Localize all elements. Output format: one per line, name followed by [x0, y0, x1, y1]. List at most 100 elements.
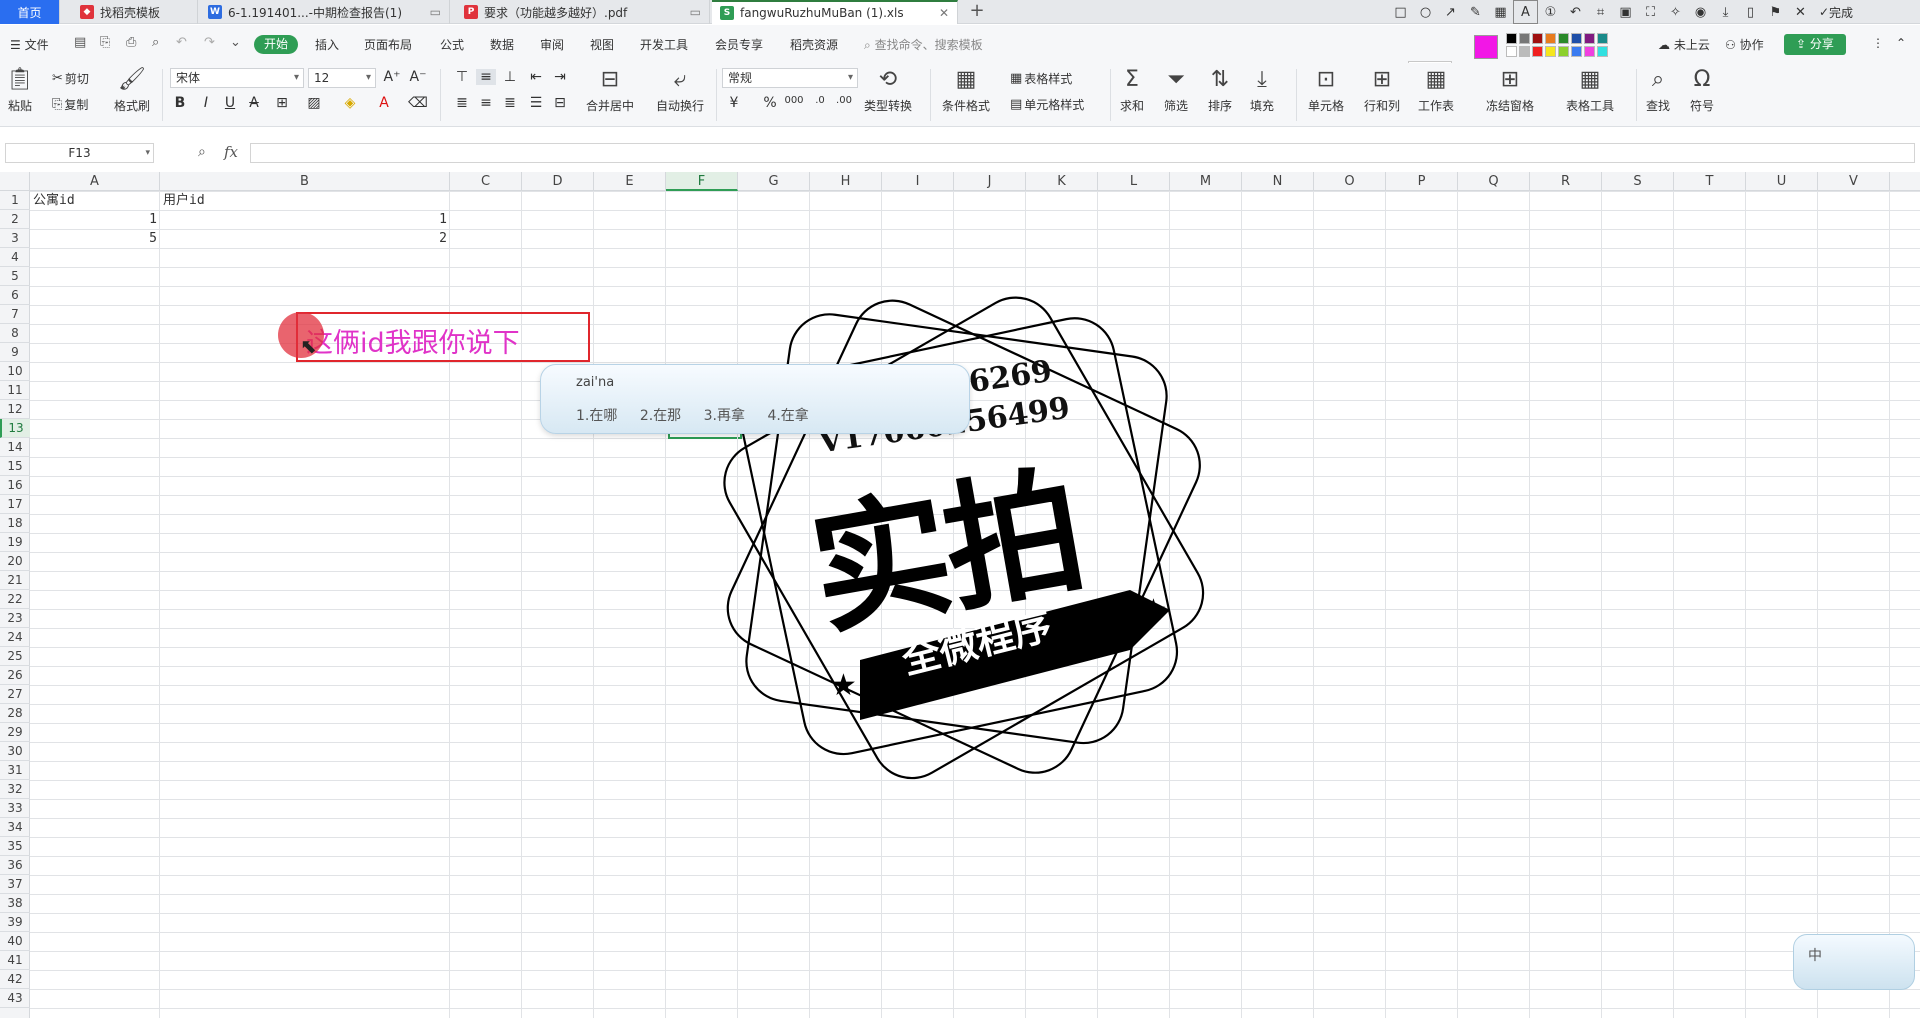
- undo-icon[interactable]: ↶: [1563, 0, 1588, 24]
- row-col-button[interactable]: ⊞ 行和列: [1364, 67, 1400, 114]
- filter-button[interactable]: ⏷ 筛选: [1164, 67, 1188, 114]
- column-header-H[interactable]: H: [810, 172, 882, 191]
- align-bottom-icon[interactable]: ⊥: [500, 69, 520, 85]
- format-painter-button[interactable]: 🖌︎ 格式刷: [114, 67, 150, 114]
- row-header-12[interactable]: 12: [0, 400, 30, 419]
- table-style-button[interactable]: ▦ 表格样式: [1010, 70, 1072, 87]
- align-left-icon[interactable]: ≣: [452, 95, 472, 111]
- color-swatch[interactable]: [1506, 33, 1517, 44]
- percent-icon[interactable]: %: [760, 95, 780, 111]
- color-swatch[interactable]: [1584, 33, 1595, 44]
- color-swatch[interactable]: [1558, 46, 1569, 57]
- color-swatch[interactable]: [1558, 33, 1569, 44]
- row-header-33[interactable]: 33: [0, 799, 30, 818]
- name-box[interactable]: F13: [5, 143, 154, 163]
- currency-icon[interactable]: ¥: [724, 95, 744, 111]
- column-header-M[interactable]: M: [1170, 172, 1242, 191]
- tab-xls-active[interactable]: S fangwuRuzhuMuBan (1).xls ✕: [712, 0, 958, 24]
- font-size-select[interactable]: 12: [308, 68, 376, 88]
- preview-icon[interactable]: ⌕: [152, 35, 159, 50]
- font-name-select[interactable]: 宋体: [170, 68, 304, 88]
- cell-B3[interactable]: 2: [160, 229, 450, 248]
- color-swatch[interactable]: [1545, 33, 1556, 44]
- row-header-38[interactable]: 38: [0, 894, 30, 913]
- done-button[interactable]: ✓ 完成: [1813, 0, 1859, 24]
- collab-button[interactable]: ⚇ 协作: [1725, 36, 1764, 53]
- print-icon[interactable]: ⎙: [126, 35, 136, 50]
- find-button[interactable]: ⌕ 查找: [1646, 67, 1670, 114]
- cell-button[interactable]: ⊡ 单元格: [1308, 67, 1344, 114]
- row-header-16[interactable]: 16: [0, 476, 30, 495]
- row-header-20[interactable]: 20: [0, 552, 30, 571]
- text-tool-icon[interactable]: A: [1513, 0, 1538, 24]
- copy-button[interactable]: ⎘ 复制: [52, 96, 88, 113]
- ime-candidate[interactable]: 2.在那: [640, 408, 681, 424]
- zoom-formula-icon[interactable]: ⌕: [198, 144, 206, 160]
- tab-home[interactable]: 首页: [0, 0, 60, 24]
- menu-insert[interactable]: 插入: [315, 36, 339, 53]
- row-header-2[interactable]: 2: [0, 210, 30, 229]
- menu-review[interactable]: 审阅: [540, 36, 564, 53]
- row-header-41[interactable]: 41: [0, 951, 30, 970]
- align-top-icon[interactable]: ⊤: [452, 69, 472, 85]
- bold-icon[interactable]: B: [170, 95, 190, 111]
- fill-style-icon[interactable]: ▨: [304, 95, 324, 111]
- menu-daoke[interactable]: 稻壳资源: [790, 36, 838, 53]
- menu-data[interactable]: 数据: [490, 36, 514, 53]
- tab-pdf-requirements[interactable]: P 要求（功能越多越好）.pdf ▭: [456, 0, 710, 24]
- menu-page-layout[interactable]: 页面布局: [364, 36, 412, 53]
- row-header-36[interactable]: 36: [0, 856, 30, 875]
- tab-close-icon[interactable]: ✕: [939, 6, 949, 20]
- freeze-panes-button[interactable]: ⊞ 冻结窗格: [1486, 67, 1534, 114]
- color-swatch[interactable]: [1519, 33, 1530, 44]
- column-header-G[interactable]: G: [738, 172, 810, 191]
- magic-icon[interactable]: ✧: [1663, 0, 1688, 24]
- row-header-43[interactable]: 43: [0, 989, 30, 1008]
- quick-access-more-icon[interactable]: ⌄: [230, 35, 241, 50]
- redo-button[interactable]: ↷: [204, 35, 215, 50]
- decrease-font-icon[interactable]: A⁻: [408, 69, 428, 85]
- collapse-ribbon-icon[interactable]: ⌃: [1896, 36, 1906, 50]
- column-header-V[interactable]: V: [1818, 172, 1890, 191]
- row-header-18[interactable]: 18: [0, 514, 30, 533]
- undo-button[interactable]: ↶: [176, 35, 187, 50]
- pen-tool-icon[interactable]: ✎: [1463, 0, 1488, 24]
- column-header-J[interactable]: J: [954, 172, 1026, 191]
- save-icon[interactable]: ▤: [74, 35, 86, 50]
- current-color-swatch[interactable]: [1474, 35, 1498, 59]
- fill-button[interactable]: ⤓ 填充: [1250, 67, 1274, 114]
- row-header-7[interactable]: 7: [0, 305, 30, 324]
- symbol-button[interactable]: Ω 符号: [1690, 67, 1714, 114]
- row-header-13[interactable]: 13: [0, 419, 30, 438]
- ime-candidate[interactable]: 4.在拿: [767, 408, 808, 424]
- color-swatch[interactable]: [1584, 46, 1595, 57]
- row-header-17[interactable]: 17: [0, 495, 30, 514]
- menu-file[interactable]: ☰ 文件: [10, 36, 49, 53]
- row-header-3[interactable]: 3: [0, 229, 30, 248]
- menu-view[interactable]: 视图: [590, 36, 614, 53]
- column-header-P[interactable]: P: [1386, 172, 1458, 191]
- row-header-31[interactable]: 31: [0, 761, 30, 780]
- number-tool-icon[interactable]: ①: [1538, 0, 1563, 24]
- column-header-N[interactable]: N: [1242, 172, 1314, 191]
- column-header-R[interactable]: R: [1530, 172, 1602, 191]
- row-header-23[interactable]: 23: [0, 609, 30, 628]
- tab-daoke-templates[interactable]: ◆ 找稻壳模板: [72, 0, 198, 24]
- pin-icon[interactable]: ▣: [1613, 0, 1638, 24]
- column-header-C[interactable]: C: [450, 172, 522, 191]
- bookmark-icon[interactable]: ⚑: [1763, 0, 1788, 24]
- indent-decrease-icon[interactable]: ⇤: [526, 69, 546, 85]
- sort-button[interactable]: ⇅ 排序: [1208, 67, 1232, 114]
- rectangle-tool-icon[interactable]: □: [1388, 0, 1413, 24]
- cell-A3[interactable]: 5: [30, 229, 160, 248]
- download-icon[interactable]: ⤓: [1713, 0, 1738, 24]
- mosaic-tool-icon[interactable]: ▦: [1488, 0, 1513, 24]
- color-swatch[interactable]: [1545, 46, 1556, 57]
- thousands-icon[interactable]: 000: [784, 95, 804, 106]
- paste-button[interactable]: 📋︎ 粘贴: [6, 67, 34, 114]
- column-header-B[interactable]: B: [160, 172, 450, 191]
- row-header-21[interactable]: 21: [0, 571, 30, 590]
- row-header-15[interactable]: 15: [0, 457, 30, 476]
- row-header-42[interactable]: 42: [0, 970, 30, 989]
- cell-A2[interactable]: 1: [30, 210, 160, 229]
